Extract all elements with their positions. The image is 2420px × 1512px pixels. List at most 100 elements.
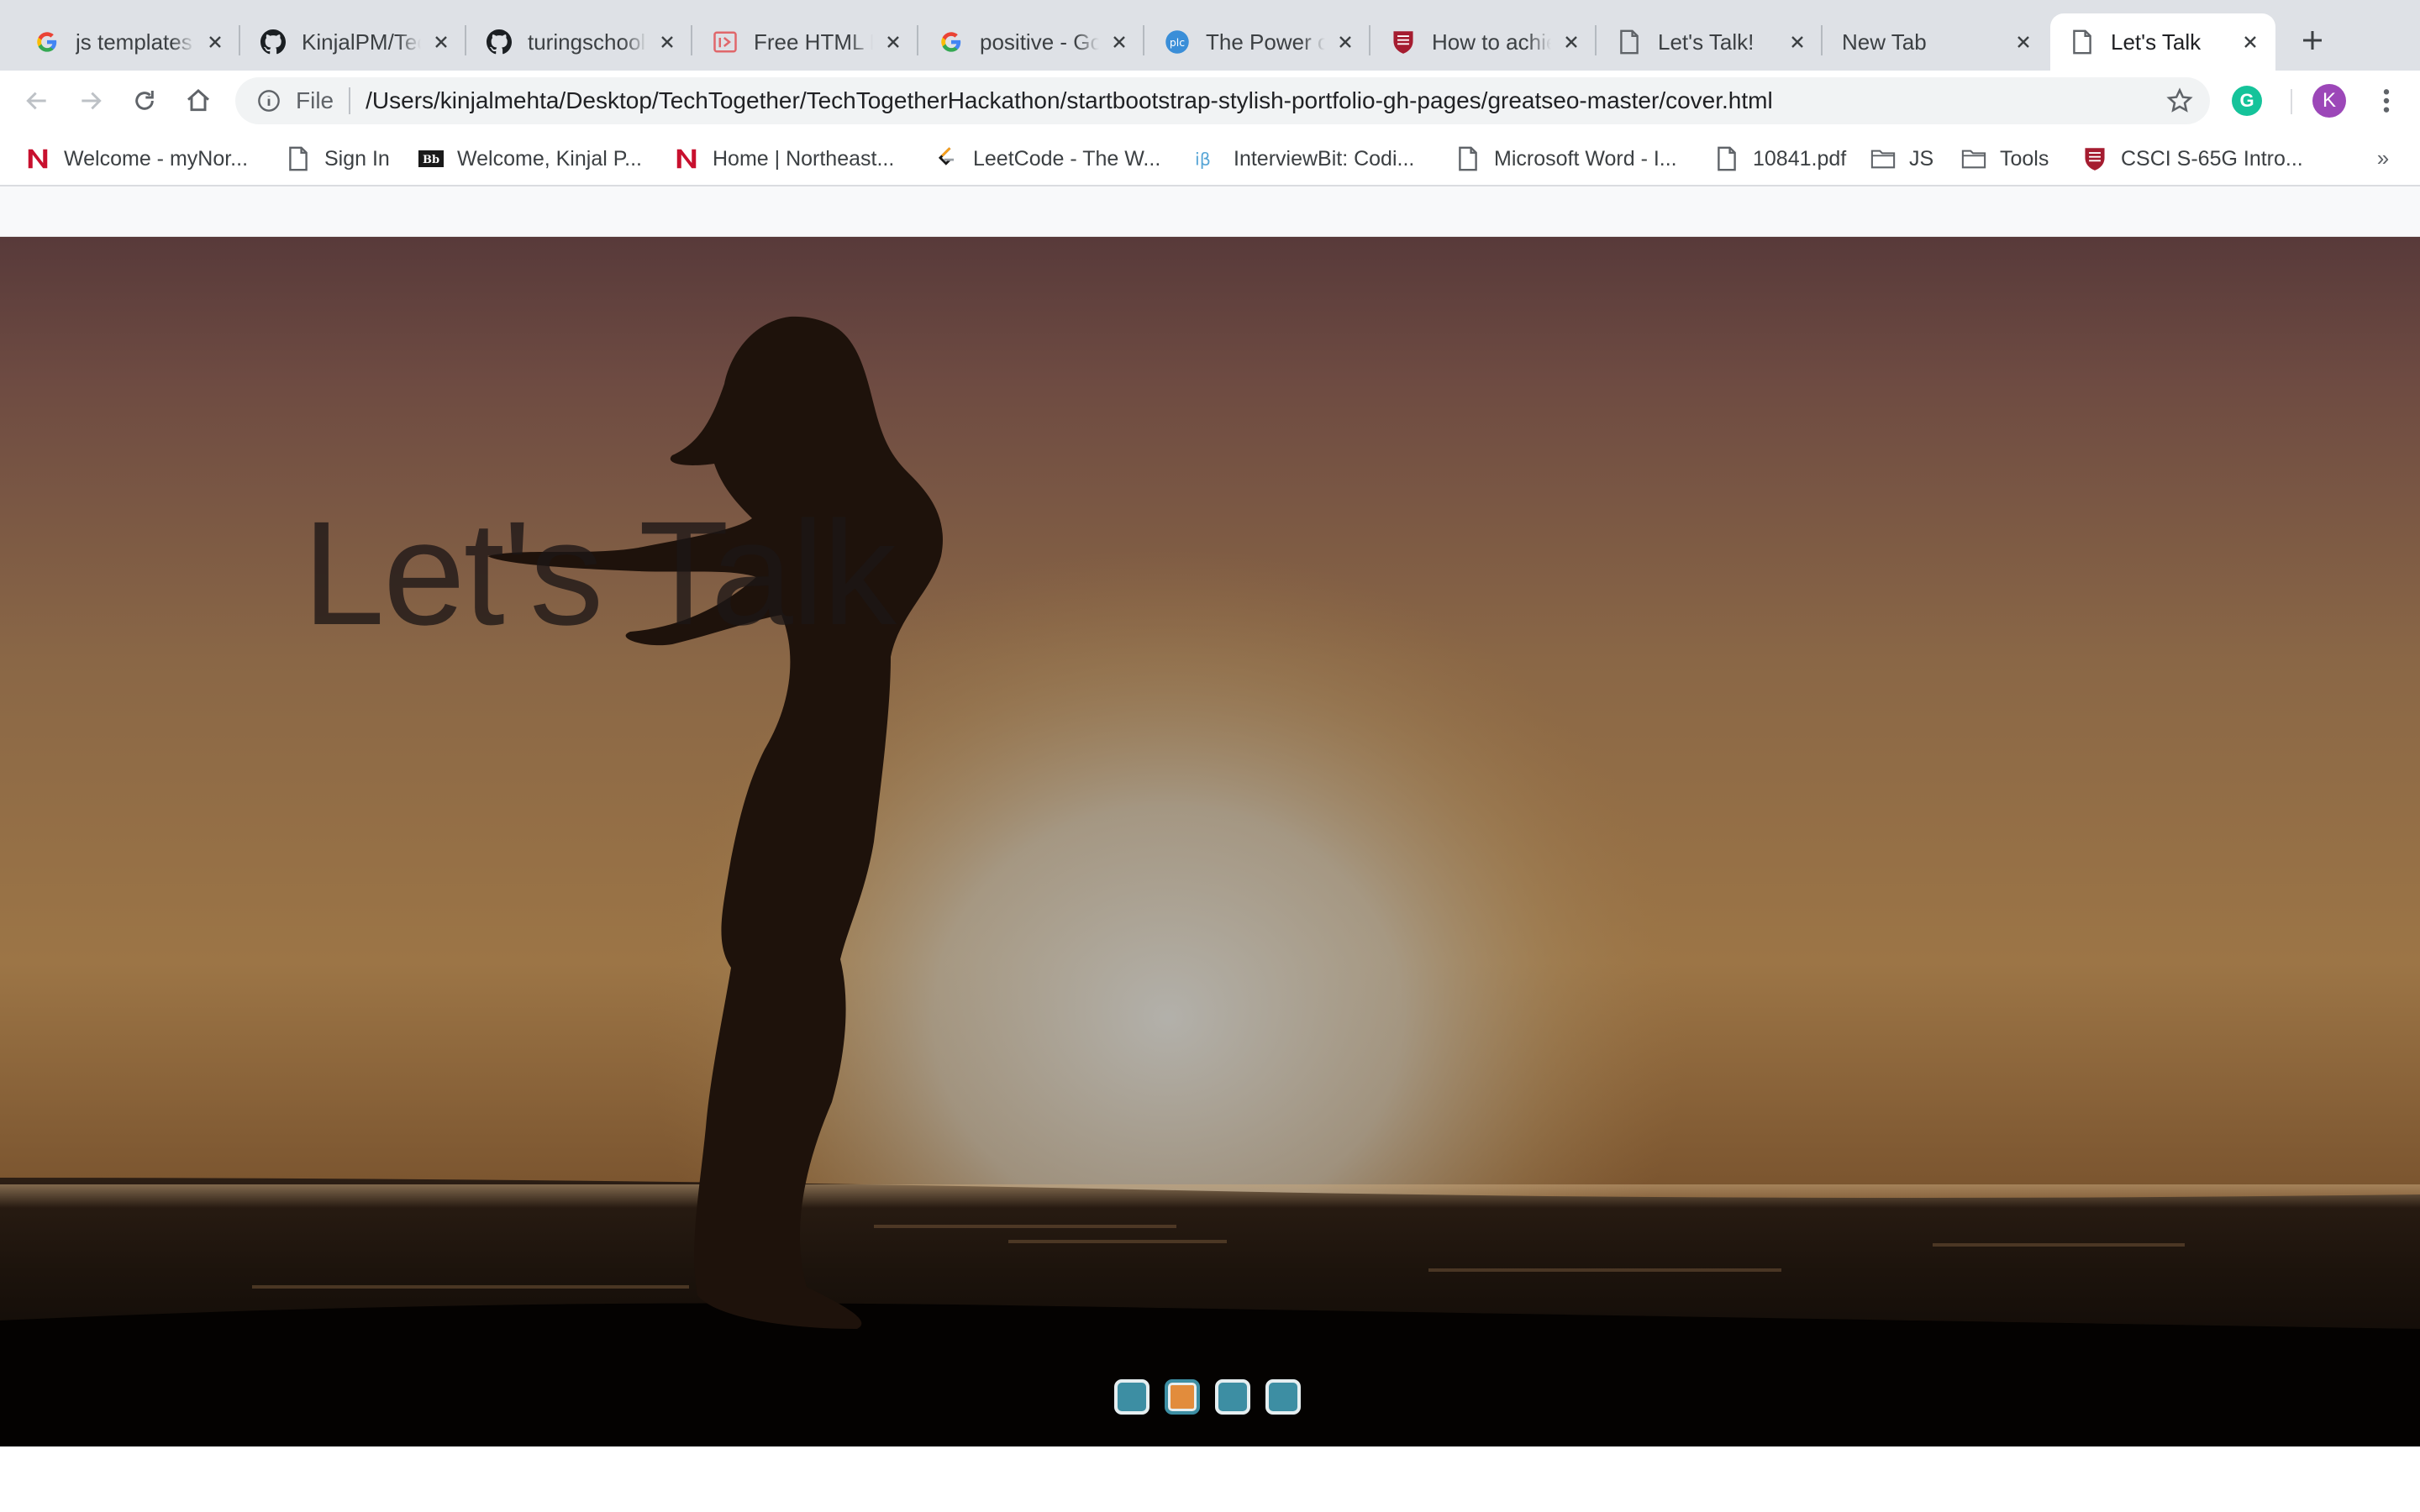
tab-turingschool-github[interactable]: turingschool xyxy=(467,13,692,71)
github-icon xyxy=(486,29,513,55)
bookmark-label: Microsoft Word - I... xyxy=(1494,146,1677,171)
tab-title: How to achieve xyxy=(1432,29,1551,55)
shield-icon xyxy=(1390,29,1417,55)
close-icon[interactable] xyxy=(654,29,681,55)
tab-separator xyxy=(465,25,466,55)
close-icon[interactable] xyxy=(1558,29,1585,55)
carousel-indicator-2[interactable] xyxy=(1165,1379,1200,1415)
tab-positive-google[interactable]: positive - Google Search xyxy=(919,13,1144,71)
github-icon xyxy=(260,29,287,55)
tab-strip: js templates KinjalPM/TechTogether turin… xyxy=(0,0,2420,71)
tab-kinjalpm-github[interactable]: KinjalPM/TechTogether xyxy=(241,13,466,71)
page-icon xyxy=(2069,29,2096,55)
bookmark-label: Home | Northeast... xyxy=(713,146,895,171)
leetcode-icon xyxy=(934,146,960,171)
carousel-indicator-4[interactable] xyxy=(1265,1379,1301,1415)
tab-title: The Power of Positive xyxy=(1206,29,1325,55)
carousel-indicator-3[interactable] xyxy=(1215,1379,1250,1415)
close-icon[interactable] xyxy=(428,29,455,55)
bookmark-folder-js[interactable]: JS xyxy=(1864,139,1940,178)
tab-title: Free HTML Bootstrap xyxy=(754,29,873,55)
page-icon xyxy=(1616,29,1643,55)
tab-how-to-achieve[interactable]: How to achieve xyxy=(1371,13,1597,71)
forward-button[interactable] xyxy=(72,82,109,119)
close-icon[interactable] xyxy=(1332,29,1359,55)
page-icon xyxy=(1455,146,1481,171)
bookmark-sign-in[interactable]: Sign In xyxy=(279,139,397,178)
new-tab-button[interactable] xyxy=(2294,22,2331,59)
close-icon[interactable] xyxy=(1106,29,1133,55)
tab-title: New Tab xyxy=(1842,29,1927,55)
close-icon[interactable] xyxy=(2237,29,2264,55)
browser-menu-button[interactable] xyxy=(2368,82,2405,119)
tab-lets-talk-active[interactable]: Let's Talk xyxy=(2050,13,2275,71)
page-icon xyxy=(1714,146,1739,171)
tab-js-templates[interactable]: js templates xyxy=(15,13,240,71)
kebab-menu-icon xyxy=(2383,89,2390,113)
bookmark-star-icon[interactable] xyxy=(2163,84,2196,118)
bookmark-northeastern-home[interactable]: Home | Northeast... xyxy=(667,139,901,178)
bookmark-folder-tools[interactable]: Tools xyxy=(1954,139,2055,178)
close-icon[interactable] xyxy=(2010,29,2037,55)
page-icon xyxy=(286,146,311,171)
google-icon xyxy=(34,29,60,55)
folder-icon xyxy=(1870,146,1896,171)
tab-free-html[interactable]: Free HTML Bootstrap xyxy=(693,13,918,71)
browser-toolbar: File /Users/kinjalmehta/Desktop/TechToge… xyxy=(0,71,2420,131)
tab-separator xyxy=(917,25,918,55)
back-button[interactable] xyxy=(18,82,55,119)
url-text[interactable]: /Users/kinjalmehta/Desktop/TechTogether/… xyxy=(366,87,2163,114)
arrow-right-icon xyxy=(82,92,102,110)
northeastern-icon xyxy=(25,146,50,171)
tab-lets-talk-exclaim[interactable]: Let's Talk! xyxy=(1597,13,1823,71)
interviewbit-icon: iβ xyxy=(1195,146,1220,171)
address-bar[interactable]: File /Users/kinjalmehta/Desktop/TechToge… xyxy=(235,77,2210,124)
bookmark-label: LeetCode - The W... xyxy=(973,146,1161,171)
tab-title: positive - Google Search xyxy=(980,29,1099,55)
info-icon[interactable] xyxy=(254,86,284,116)
sunset-silhouette-image xyxy=(0,237,2420,1446)
bookmark-label: JS xyxy=(1909,146,1934,171)
bookmark-interviewbit[interactable]: iβ InterviewBit: Codi... xyxy=(1188,139,1421,178)
bookmark-leetcode[interactable]: LeetCode - The W... xyxy=(928,139,1167,178)
globe-icon: plc xyxy=(1164,29,1191,55)
home-button[interactable] xyxy=(180,82,217,119)
bookmark-label: Welcome, Kinjal P... xyxy=(457,146,643,171)
bookmark-blackboard[interactable]: Bb Welcome, Kinjal P... xyxy=(412,139,649,178)
home-icon xyxy=(187,89,209,112)
tab-title: Let's Talk xyxy=(2111,29,2202,55)
page-navbar xyxy=(0,186,2420,237)
bookmarks-overflow-button[interactable]: » xyxy=(2366,141,2400,175)
omnibox-divider xyxy=(349,87,351,114)
harvard-icon xyxy=(2082,146,2107,171)
url-scheme-label: File xyxy=(296,87,334,113)
arrow-left-icon xyxy=(26,92,46,110)
reload-icon xyxy=(135,91,154,110)
svg-text:plc: plc xyxy=(1170,36,1185,49)
tab-separator xyxy=(691,25,692,55)
tab-separator xyxy=(1369,25,1370,55)
bookmark-label: 10841.pdf xyxy=(1753,146,1847,171)
page-bottom-area xyxy=(0,1446,2420,1512)
template-icon xyxy=(712,29,739,55)
tab-title: turingschool xyxy=(528,29,646,55)
carousel-indicator-1[interactable] xyxy=(1114,1379,1150,1415)
tab-new-tab[interactable]: New Tab xyxy=(1823,13,2049,71)
hero-heading: Let's Talk xyxy=(302,491,897,656)
bookmark-10841-pdf[interactable]: 10841.pdf xyxy=(1707,139,1853,178)
bookmark-csci-s65g[interactable]: CSCI S-65G Intro... xyxy=(2075,139,2310,178)
bookmarks-bar: Welcome - myNor... Sign In Bb Welcome, K… xyxy=(0,131,2420,186)
bookmark-label: Welcome - myNor... xyxy=(64,146,249,171)
close-icon[interactable] xyxy=(202,29,229,55)
tab-title: KinjalPM/TechTogether xyxy=(302,29,421,55)
bookmark-microsoft-word[interactable]: Microsoft Word - I... xyxy=(1449,139,1684,178)
hero-carousel: Let's Talk xyxy=(0,237,2420,1446)
tab-title: js templates xyxy=(76,29,192,55)
tab-power-of-positive[interactable]: plc The Power of Positive xyxy=(1145,13,1370,71)
reload-button[interactable] xyxy=(126,82,163,119)
close-icon[interactable] xyxy=(1784,29,1811,55)
grammarly-extension-icon[interactable]: G xyxy=(2232,86,2262,116)
bookmark-mynortheastern[interactable]: Welcome - myNor... xyxy=(18,139,255,178)
profile-avatar[interactable]: K xyxy=(2312,84,2346,118)
close-icon[interactable] xyxy=(880,29,907,55)
